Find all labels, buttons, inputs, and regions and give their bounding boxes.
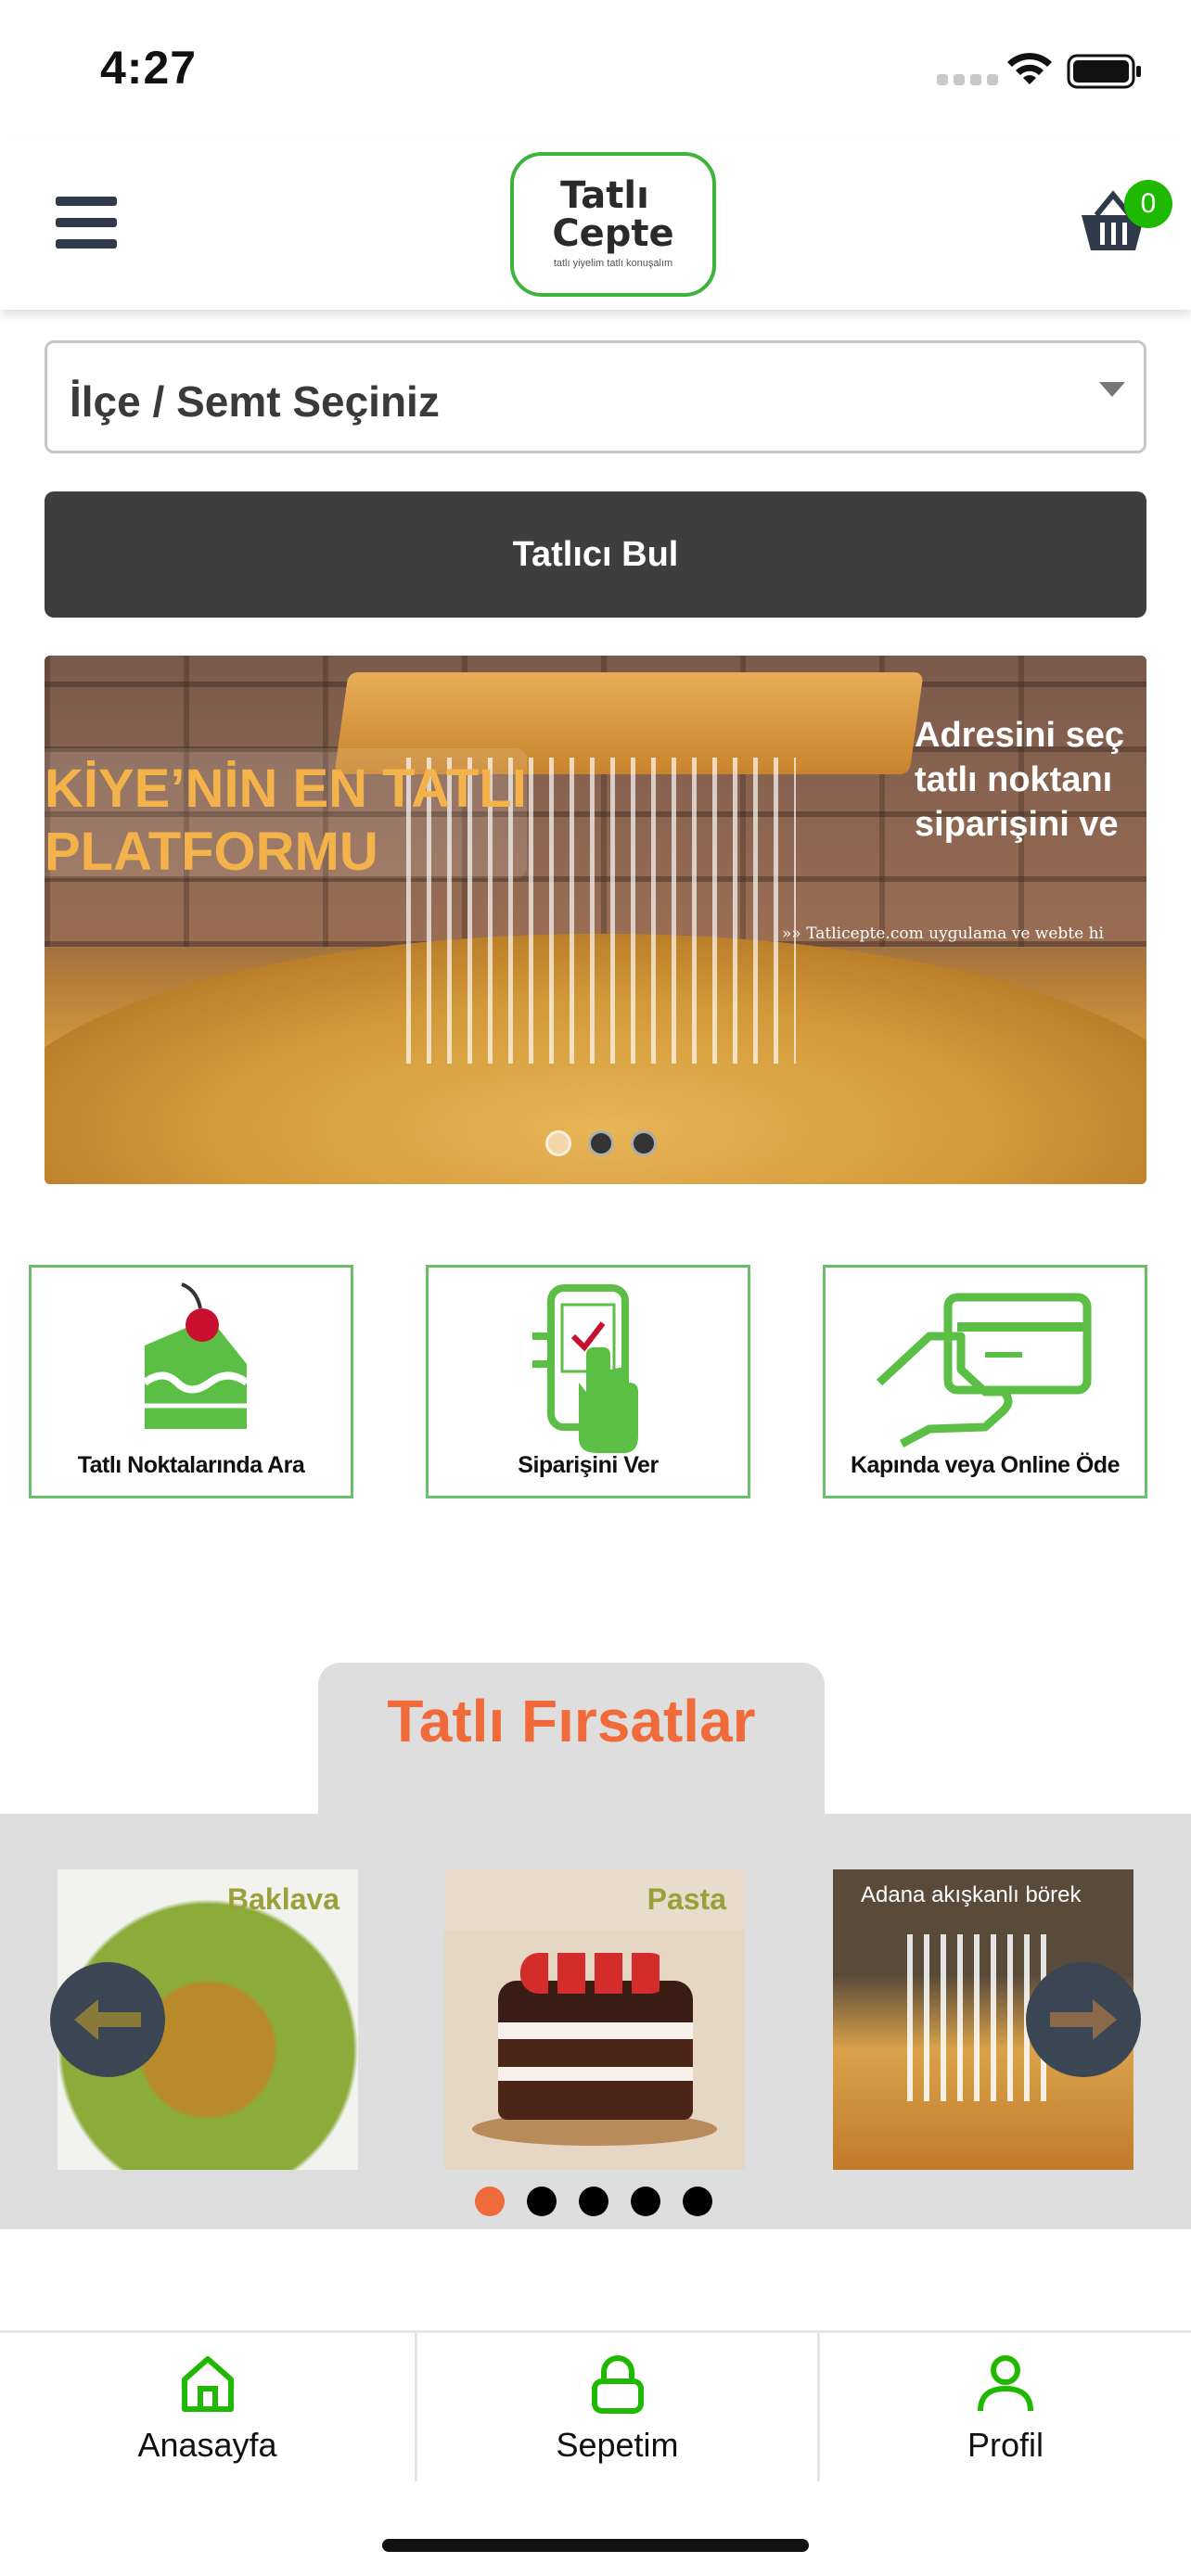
logo-tagline: tatlı yiyelim tatlı konuşalım <box>553 258 673 269</box>
nav-label: Anasayfa <box>137 2426 277 2464</box>
app-header: Tatlı Cepte tatlı yiyelim tatlı konuşalı… <box>0 139 1191 310</box>
home-icon <box>181 2356 234 2412</box>
banner-right-text: Adresini seç tatlı noktanı siparişini ve <box>915 716 1124 844</box>
chevron-down-icon <box>1099 382 1125 397</box>
deals-carousel: Baklava Pasta Adana akışkanlı börek <box>0 1814 1191 2229</box>
arrow-left-icon <box>74 1999 141 2040</box>
feature-label: Kapında veya Online Öde <box>851 1452 1120 1478</box>
deals-title: Tatlı Fırsatlar <box>387 1688 756 1754</box>
wifi-icon <box>1007 53 1052 84</box>
banner-site-label: Tatlicepte.com uygulama ve webte hi <box>806 925 1104 943</box>
feature-label: Tatlı Noktalarında Ara <box>77 1452 305 1478</box>
arrow-right-icon <box>1050 1999 1117 2040</box>
app-logo[interactable]: Tatlı Cepte tatlı yiyelim tatlı konuşalı… <box>510 152 716 297</box>
card-payment-icon <box>876 1293 1092 1447</box>
district-select[interactable]: İlçe / Semt Seçiniz <box>45 340 1146 453</box>
banner-dot[interactable] <box>588 1130 614 1156</box>
nav-label: Profil <box>967 2426 1044 2464</box>
cake-image <box>498 1981 693 2120</box>
deals-dot[interactable] <box>631 2187 660 2216</box>
feature-card-payment[interactable]: Kapında veya Online Öde <box>823 1265 1147 1498</box>
find-dessert-shop-button[interactable]: Tatlıcı Bul <box>45 491 1146 618</box>
status-bar: 4:27 <box>0 0 1191 139</box>
banner-headline: KİYE’NİN EN TATLI PLATFORMU <box>45 759 527 882</box>
deal-card-pasta[interactable]: Pasta <box>444 1869 745 2170</box>
logo-line2: Cepte <box>552 212 674 255</box>
strawberry-image <box>520 1953 669 1994</box>
deals-dot[interactable] <box>527 2187 557 2216</box>
deals-dot[interactable] <box>579 2187 608 2216</box>
deal-label: Adana akışkanlı börek <box>861 1882 1082 1907</box>
nav-item-cart[interactable]: Sepetim <box>417 2333 820 2481</box>
banner-dot[interactable] <box>631 1130 657 1156</box>
feature-card-search[interactable]: Tatlı Noktalarında Ara <box>29 1265 353 1498</box>
logo-line1: Tatlı <box>560 174 649 217</box>
cart-count-badge: 0 <box>1124 180 1172 228</box>
deals-dot[interactable] <box>683 2187 712 2216</box>
battery-icon <box>1067 54 1141 89</box>
deal-label: Baklava <box>227 1882 339 1916</box>
deal-label: Pasta <box>647 1882 726 1916</box>
nav-label: Sepetim <box>556 2426 679 2464</box>
district-select-value: İlçe / Semt Seçiniz <box>70 377 440 426</box>
carousel-prev-button[interactable] <box>50 1962 165 2077</box>
menu-icon[interactable] <box>56 197 117 249</box>
feature-card-order[interactable]: Siparişini Ver <box>426 1265 750 1498</box>
promo-banner[interactable]: KİYE’NİN EN TATLI PLATFORMU Adresini seç… <box>45 656 1146 1184</box>
banner-pagination <box>545 1130 657 1156</box>
carousel-next-button[interactable] <box>1026 1962 1141 2077</box>
feature-label: Siparişini Ver <box>518 1452 659 1478</box>
phone-tap-icon <box>532 1284 638 1453</box>
deals-dot[interactable] <box>475 2187 505 2216</box>
cake-slice-icon <box>142 1282 250 1429</box>
bottom-nav: Anasayfa Sepetim Profil <box>0 2330 1191 2481</box>
user-icon <box>978 2355 1033 2412</box>
banner-site-text: »» Tatlicepte.com uygulama ve webte hi <box>782 925 1104 943</box>
deals-pagination <box>475 2187 712 2216</box>
nav-item-profile[interactable]: Profil <box>820 2333 1191 2481</box>
signal-icon <box>937 74 998 85</box>
banner-dot[interactable] <box>545 1130 571 1156</box>
home-indicator <box>382 2539 809 2552</box>
nav-item-home[interactable]: Anasayfa <box>0 2333 417 2481</box>
lock-icon <box>591 2355 644 2414</box>
deals-tab: Tatlı Fırsatlar <box>318 1663 825 1820</box>
status-time: 4:27 <box>100 42 198 94</box>
